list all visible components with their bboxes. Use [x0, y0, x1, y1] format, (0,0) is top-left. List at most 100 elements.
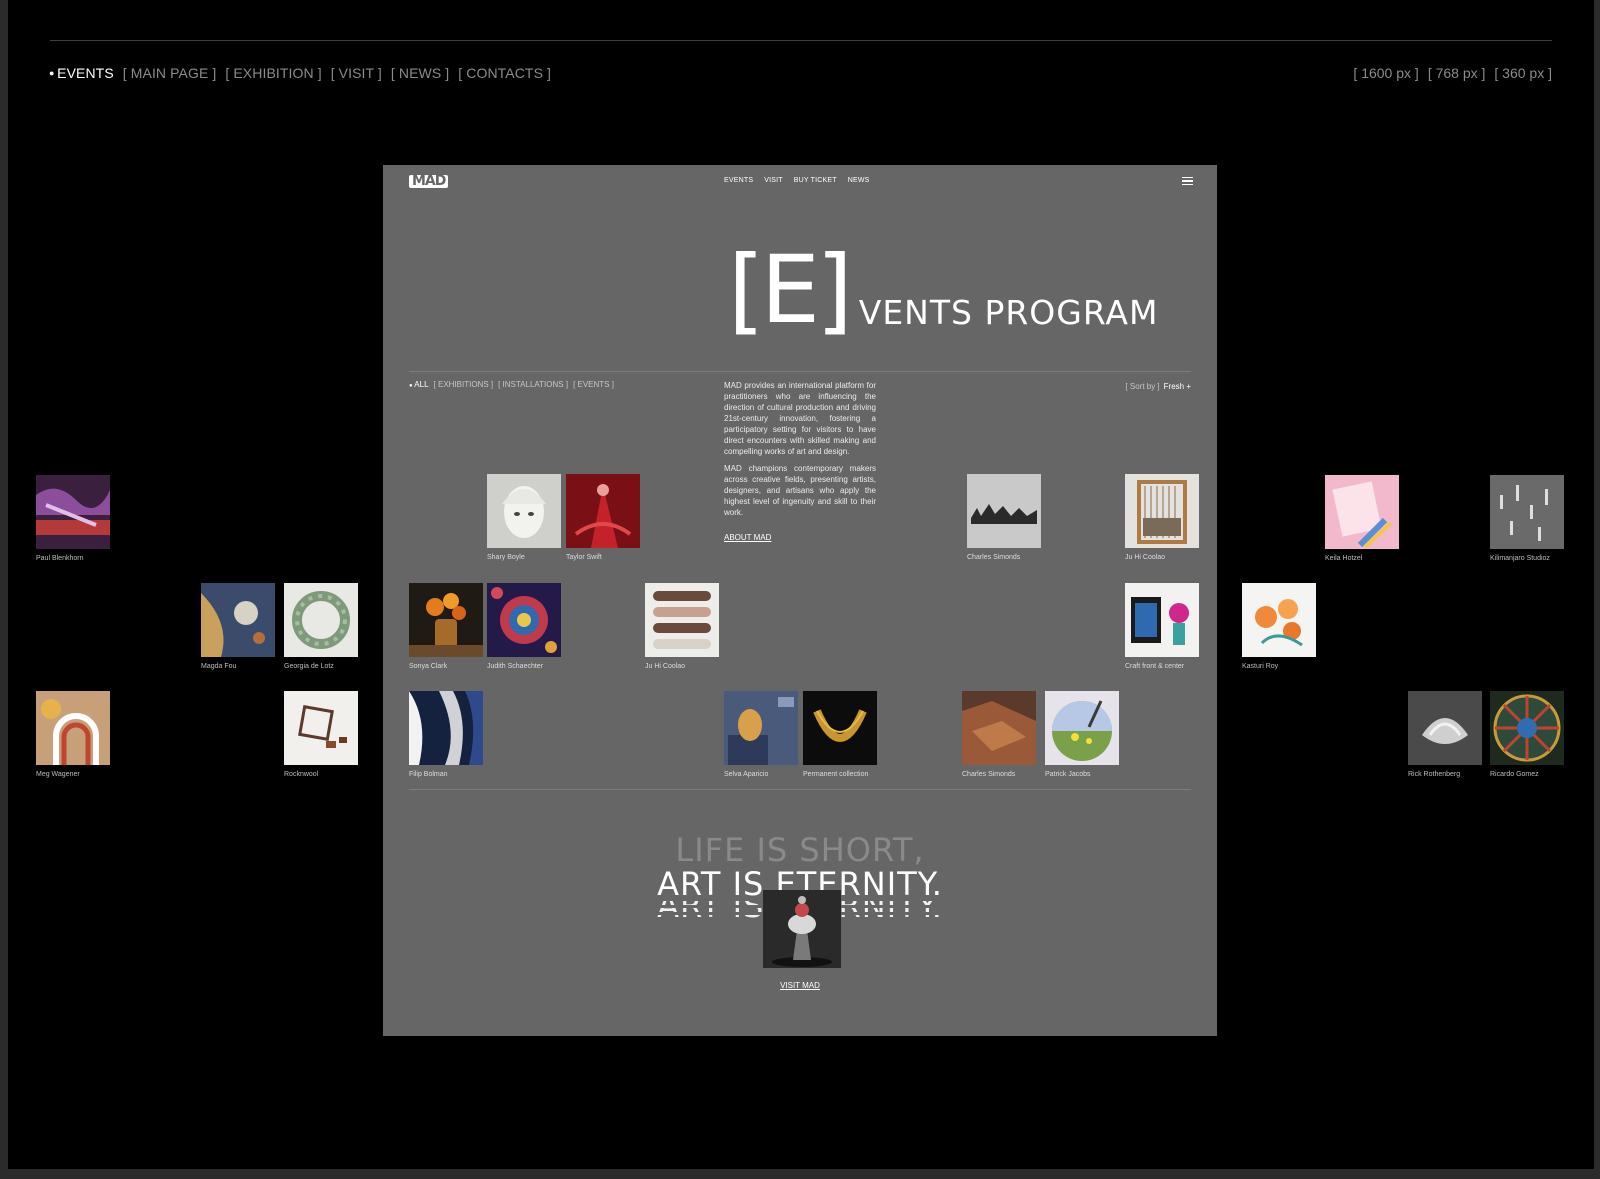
- visit-mad-link[interactable]: VISIT MAD: [383, 981, 1217, 990]
- filter-installations[interactable]: [ INSTALLATIONS ]: [498, 380, 568, 389]
- preview-nav: EVENTS VISIT BUY TICKET NEWS: [724, 177, 870, 184]
- filter-events[interactable]: [ EVENTS ]: [573, 380, 614, 389]
- tile-outside[interactable]: Rick Rothenberg: [1408, 691, 1482, 778]
- preview-nav-news[interactable]: NEWS: [848, 177, 870, 184]
- filter-exhibitions[interactable]: [ EXHIBITIONS ]: [434, 380, 494, 389]
- top-nav-events[interactable]: EVENTS: [49, 65, 114, 81]
- tile-caption: Magda Fou: [201, 663, 237, 670]
- artwork-image: [1490, 691, 1564, 765]
- event-tile[interactable]: Judith Schaechter: [487, 583, 561, 670]
- event-tile[interactable]: Charles Simonds: [967, 474, 1041, 561]
- top-nav-news[interactable]: [ NEWS ]: [391, 65, 449, 81]
- breakpoint-switcher: [ 1600 px ] [ 768 px ] [ 360 px ]: [1353, 65, 1552, 81]
- top-nav-exhibition[interactable]: [ EXHIBITION ]: [225, 65, 321, 81]
- sculpture-image: [763, 890, 841, 968]
- tile-outside[interactable]: Rocknwool: [284, 691, 358, 778]
- filter-all[interactable]: ALL: [409, 380, 428, 389]
- tile-caption: Charles Simonds: [967, 554, 1021, 561]
- tile-caption: Ju Hi Coolao: [645, 663, 686, 670]
- sort-value[interactable]: Fresh +: [1164, 382, 1191, 391]
- size-360[interactable]: [ 360 px ]: [1494, 65, 1552, 81]
- sort-label: [ Sort by ]: [1125, 382, 1160, 391]
- tile-outside[interactable]: Magda Fou: [201, 583, 275, 670]
- tile-outside[interactable]: Kilimanjaro Studioz: [1490, 475, 1564, 562]
- tile-outside[interactable]: Kasturi Roy: [1242, 583, 1316, 670]
- tile-caption: Ju Hi Coolao: [1125, 554, 1166, 561]
- preview-nav-events[interactable]: EVENTS: [724, 177, 753, 184]
- artwork-image: [1045, 691, 1119, 765]
- artwork-image: [201, 583, 275, 657]
- tile-caption: Craft front & center: [1125, 663, 1185, 670]
- event-tile[interactable]: Sonya Clark: [409, 583, 483, 670]
- top-nav-contacts[interactable]: [ CONTACTS ]: [458, 65, 551, 81]
- tile-caption: Rick Rothenberg: [1408, 771, 1461, 778]
- artwork-image: [409, 583, 483, 657]
- tile-caption: Taylor Swift: [566, 554, 602, 561]
- artwork-image: [1125, 583, 1199, 657]
- top-divider: [50, 40, 1552, 41]
- size-768[interactable]: [ 768 px ]: [1428, 65, 1486, 81]
- top-nav: EVENTS [ MAIN PAGE ] [ EXHIBITION ] [ VI…: [49, 65, 551, 81]
- about-text: MAD provides an international platform f…: [724, 380, 876, 518]
- preview-nav-buy-ticket[interactable]: BUY TICKET: [794, 177, 837, 184]
- artwork-image: [284, 691, 358, 765]
- tile-caption: Kilimanjaro Studioz: [1490, 555, 1550, 562]
- tile-outside[interactable]: Georgia de Lotz: [284, 583, 358, 670]
- about-mad-link[interactable]: ABOUT MAD: [724, 533, 771, 542]
- event-tile[interactable]: Craft front & center: [1125, 583, 1199, 670]
- event-tile[interactable]: Ju Hi Coolao: [645, 583, 719, 670]
- top-nav-main-page[interactable]: [ MAIN PAGE ]: [123, 65, 217, 81]
- artwork-image: [487, 474, 561, 548]
- event-tile[interactable]: Shary Boyle: [487, 474, 561, 561]
- menu-icon[interactable]: [1182, 177, 1193, 185]
- artwork-image: [409, 691, 483, 765]
- title-bracket-e: [E]: [728, 236, 853, 345]
- event-tile[interactable]: Filip Bolman: [409, 691, 483, 778]
- tile-caption: Filip Bolman: [409, 771, 448, 778]
- tile-caption: Keila Hotzel: [1325, 555, 1363, 562]
- canvas: EVENTS [ MAIN PAGE ] [ EXHIBITION ] [ VI…: [8, 0, 1594, 1169]
- event-tile[interactable]: Charles Simonds: [962, 691, 1036, 778]
- mad-logo[interactable]: MAD: [409, 174, 449, 188]
- slogan-line-1: LIFE IS SHORT,: [675, 831, 925, 869]
- tile-caption: Patrick Jacobs: [1045, 771, 1091, 778]
- event-tile[interactable]: Selva Aparicio: [724, 691, 798, 778]
- category-filters: ALL [ EXHIBITIONS ] [ INSTALLATIONS ] [ …: [409, 380, 614, 389]
- artwork-image: [36, 691, 110, 765]
- tile-caption: Paul Blenkhorn: [36, 555, 84, 562]
- tile-caption: Charles Simonds: [962, 771, 1016, 778]
- artwork-image: [724, 691, 798, 765]
- tile-caption: Selva Aparicio: [724, 771, 769, 778]
- tile-caption: Shary Boyle: [487, 554, 525, 561]
- divider: [409, 371, 1191, 372]
- divider: [409, 789, 1191, 790]
- sort-control[interactable]: [ Sort by ] Fresh +: [1125, 382, 1191, 391]
- tile-caption: Georgia de Lotz: [284, 663, 334, 670]
- tile-caption: Permanent collection: [803, 771, 869, 778]
- tile-caption: Sonya Clark: [409, 663, 448, 670]
- artwork-image: [1490, 475, 1564, 549]
- artwork-image: [645, 583, 719, 657]
- tile-caption: Ricardo Gomez: [1490, 771, 1539, 778]
- tile-caption: Rocknwool: [284, 771, 319, 778]
- tile-outside[interactable]: Keila Hotzel: [1325, 475, 1399, 562]
- size-1600[interactable]: [ 1600 px ]: [1353, 65, 1418, 81]
- title-rest: VENTS PROGRAM: [858, 293, 1159, 332]
- event-tile[interactable]: Patrick Jacobs: [1045, 691, 1119, 778]
- tile-outside[interactable]: Paul Blenkhorn: [36, 475, 110, 562]
- artwork-image: [967, 474, 1041, 548]
- preview-nav-visit[interactable]: VISIT: [764, 177, 783, 184]
- tile-outside[interactable]: Ricardo Gomez: [1490, 691, 1564, 778]
- event-tile[interactable]: Ju Hi Coolao: [1125, 474, 1199, 561]
- top-nav-visit[interactable]: [ VISIT ]: [331, 65, 382, 81]
- artwork-image: [36, 475, 110, 549]
- event-tile[interactable]: Permanent collection: [803, 691, 877, 778]
- artwork-image: [1125, 474, 1199, 548]
- artwork-image: [962, 691, 1036, 765]
- artwork-image: [566, 474, 640, 548]
- artwork-image: [487, 583, 561, 657]
- site-preview: MAD EVENTS VISIT BUY TICKET NEWS [E] VEN…: [383, 165, 1217, 1036]
- artwork-image: [803, 691, 877, 765]
- event-tile[interactable]: Taylor Swift: [566, 474, 640, 561]
- tile-outside[interactable]: Meg Wagener: [36, 691, 110, 778]
